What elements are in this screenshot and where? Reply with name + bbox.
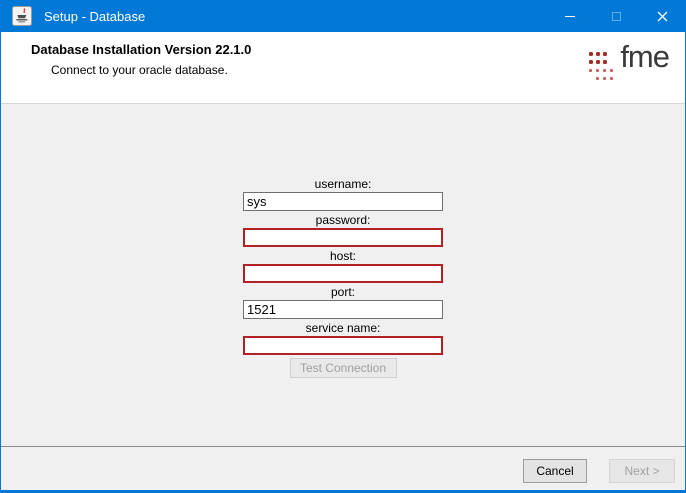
host-field-group: host: — [243, 250, 443, 283]
page-subtitle: Connect to your oracle database. — [51, 63, 251, 77]
username-field-group: username: — [243, 178, 443, 211]
db-connection-form: username: password: host: port: service … — [243, 178, 443, 378]
maximize-button — [593, 0, 639, 32]
password-field-group: password: — [243, 214, 443, 247]
maximize-icon — [612, 12, 621, 21]
next-button[interactable]: Next > — [609, 459, 675, 483]
password-label: password: — [243, 214, 443, 227]
titlebar: Setup - Database — [1, 0, 685, 32]
port-field-group: port: — [243, 286, 443, 319]
port-label: port: — [243, 286, 443, 299]
fme-logo: fme — [589, 32, 685, 103]
test-connection-button[interactable]: Test Connection — [290, 358, 397, 378]
service-name-label: service name: — [243, 322, 443, 335]
password-input[interactable] — [243, 228, 443, 247]
footer-bar: Cancel Next > — [1, 447, 685, 490]
wizard-header-text: Database Installation Version 22.1.0 Con… — [1, 32, 251, 103]
minimize-button[interactable] — [547, 0, 593, 32]
service-name-field-group: service name: — [243, 322, 443, 355]
username-input[interactable] — [243, 192, 443, 211]
setup-window: Setup - Database Database Installation V… — [0, 0, 686, 493]
wizard-header: Database Installation Version 22.1.0 Con… — [1, 32, 685, 103]
close-icon — [657, 11, 668, 22]
fme-dot-matrix-icon — [589, 50, 617, 82]
port-input[interactable] — [243, 300, 443, 319]
page-title: Database Installation Version 22.1.0 — [31, 41, 251, 58]
cancel-button[interactable]: Cancel — [523, 459, 587, 483]
minimize-icon — [565, 16, 575, 17]
host-label: host: — [243, 250, 443, 263]
java-setup-coffee-cup-icon — [12, 6, 32, 26]
close-button[interactable] — [639, 0, 685, 32]
window-title: Setup - Database — [44, 9, 145, 24]
host-input[interactable] — [243, 264, 443, 283]
window-controls — [547, 0, 685, 32]
content-area: username: password: host: port: service … — [1, 104, 685, 446]
username-label: username: — [243, 178, 443, 191]
service-name-input[interactable] — [243, 336, 443, 355]
fme-logo-text: fme — [620, 42, 669, 72]
